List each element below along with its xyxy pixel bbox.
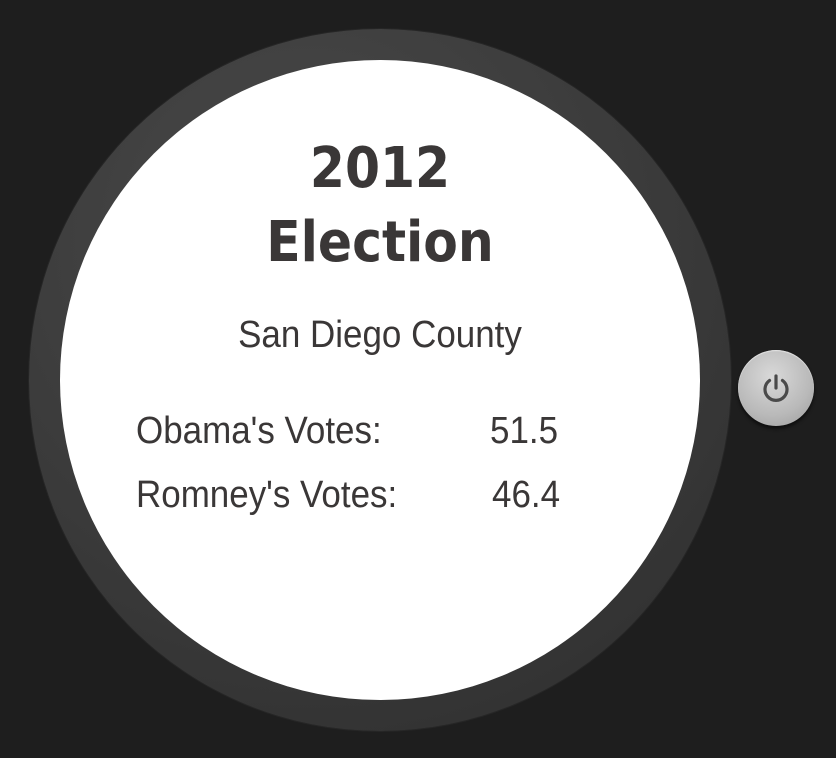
romney-votes-label: Romney's Votes: [136, 474, 398, 516]
romney-votes-row: Romney's Votes: 46.4 [136, 470, 560, 520]
power-icon [763, 374, 789, 402]
county-name: San Diego County [238, 314, 522, 356]
obama-votes-label: Obama's Votes: [136, 410, 382, 452]
emulator-stage: 2012 Election San Diego County Obama's V… [0, 0, 836, 758]
obama-votes-row: Obama's Votes: 51.5 [136, 406, 558, 456]
romney-votes-value: 46.4 [492, 474, 561, 516]
watch-face: 2012 Election San Diego County Obama's V… [60, 60, 700, 700]
title-election: Election [266, 210, 494, 275]
title-year: 2012 [309, 136, 451, 201]
obama-votes-value: 51.5 [490, 410, 559, 452]
power-button[interactable] [738, 350, 814, 426]
